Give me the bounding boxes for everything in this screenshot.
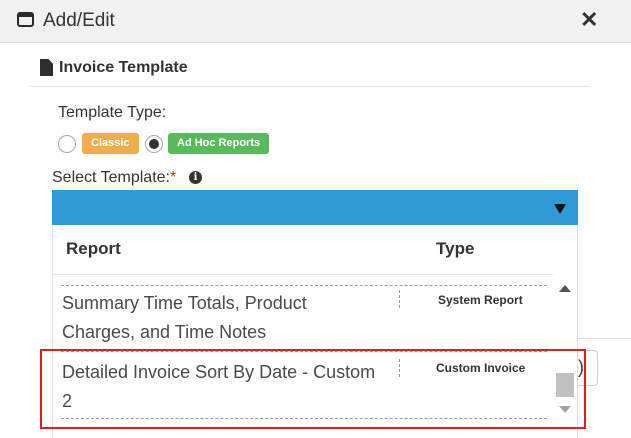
dropdown-scrollbar[interactable] [553,274,577,424]
template-dropdown-list: Report Type Summary Time Totals, Product… [52,225,578,438]
badge-classic[interactable]: Classic [82,133,139,154]
close-icon[interactable]: ✕ [580,8,598,32]
scroll-down-icon[interactable] [559,406,571,413]
template-select[interactable] [52,190,578,225]
dialog-titlebar: Add/Edit ✕ [0,0,631,43]
column-divider [399,290,400,308]
select-template-text: Select Template: [52,169,170,186]
scroll-up-icon[interactable] [559,285,571,292]
template-type-label: Template Type: [58,104,167,121]
background-divider [578,338,631,339]
select-template-label: Select Template:* [52,168,176,188]
file-icon [40,59,53,76]
scrollbar-thumb[interactable] [556,373,574,397]
caret-down-icon[interactable] [554,204,566,214]
report-name[interactable]: Detailed Invoice Sort By Date - Custom 2 [62,358,382,416]
report-name[interactable]: Summary Time Totals, Product Charges, an… [62,289,382,347]
badge-ad-hoc-reports[interactable]: Ad Hoc Reports [168,133,270,154]
report-type: Custom Invoice [436,361,526,375]
section-divider [30,86,590,87]
background-button-text: ) [578,357,584,377]
radio-classic[interactable] [58,135,76,153]
row-separator [61,418,547,419]
report-type: System Report [438,293,523,307]
required-mark: * [170,169,177,186]
background-button-fragment[interactable]: ) [578,350,598,386]
dropdown-header: Report Type [53,225,577,275]
column-divider [399,359,400,377]
section-title: Invoice Template [59,59,188,76]
column-header-type: Type [436,239,475,258]
column-header-report: Report [66,239,121,258]
row-separator [61,285,547,286]
dialog-title: Add/Edit [43,10,115,31]
window-icon [17,12,34,27]
radio-ad-hoc-reports[interactable] [145,135,163,153]
info-icon[interactable]: i [189,171,202,184]
row-separator [61,351,547,352]
